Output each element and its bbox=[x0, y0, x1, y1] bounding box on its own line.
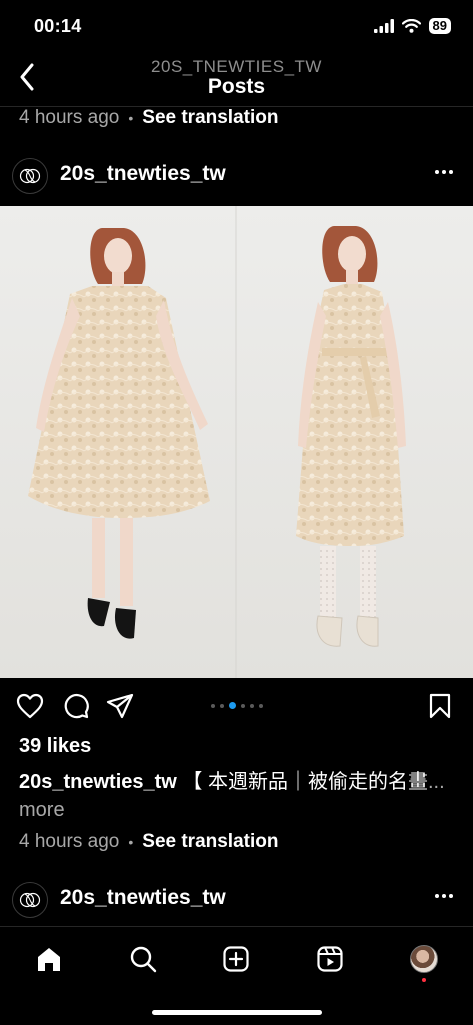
save-button[interactable] bbox=[424, 690, 456, 722]
status-bar: 00:14 89 bbox=[0, 0, 473, 50]
brand-logo-icon bbox=[19, 892, 41, 908]
tab-profile[interactable] bbox=[404, 941, 444, 977]
carousel-dot-active bbox=[228, 702, 236, 709]
carousel-dot bbox=[249, 703, 254, 708]
battery-indicator: 89 bbox=[428, 18, 451, 34]
bookmark-icon bbox=[429, 693, 451, 719]
carousel-dot bbox=[258, 703, 263, 708]
brand-logo-icon bbox=[19, 168, 41, 184]
post-image[interactable] bbox=[0, 206, 473, 678]
likes-count[interactable]: 39 likes bbox=[19, 735, 91, 758]
home-icon bbox=[38, 948, 60, 971]
see-translation-link[interactable]: See translation bbox=[142, 831, 278, 853]
separator-dot: • bbox=[128, 834, 134, 850]
post-action-bar bbox=[0, 688, 473, 726]
post-username[interactable]: 20s_tnewties_tw bbox=[60, 886, 226, 910]
next-post-header: 20s_tnewties_tw bbox=[0, 872, 473, 928]
wifi-icon bbox=[401, 19, 421, 33]
post-username[interactable]: 20s_tnewties_tw bbox=[60, 162, 226, 186]
tab-home[interactable] bbox=[29, 941, 69, 977]
carousel-dot bbox=[219, 703, 224, 708]
post-meta: 4 hours ago • See translation bbox=[19, 831, 278, 853]
reels-icon bbox=[317, 946, 343, 972]
cellular-signal-icon bbox=[373, 19, 394, 33]
notification-dot bbox=[422, 978, 426, 982]
caption-text: 【 本週新品｜被偷走的名畫 bbox=[182, 771, 428, 793]
create-icon bbox=[223, 946, 249, 972]
post-timestamp: 4 hours ago bbox=[19, 831, 120, 852]
more-dots-icon bbox=[435, 170, 439, 174]
tab-search[interactable] bbox=[123, 941, 163, 977]
profile-avatar bbox=[410, 945, 438, 973]
search-icon bbox=[130, 946, 157, 973]
nav-header: 20S_TNEWTIES_TW Posts bbox=[0, 50, 473, 107]
post-photo bbox=[0, 206, 473, 678]
tab-create[interactable] bbox=[216, 941, 256, 977]
header-account-name: 20S_TNEWTIES_TW bbox=[151, 57, 322, 76]
post-header: 20s_tnewties_tw bbox=[0, 148, 473, 204]
more-options-button[interactable] bbox=[429, 884, 459, 908]
status-time: 00:14 bbox=[34, 16, 82, 36]
post-caption: 20s_tnewties_tw 【 本週新品｜被偷走的名畫... more bbox=[19, 768, 459, 824]
post-timestamp: 4 hours ago bbox=[19, 107, 120, 128]
avatar[interactable] bbox=[12, 882, 48, 918]
avatar[interactable] bbox=[12, 158, 48, 194]
separator-dot: • bbox=[128, 110, 134, 126]
caption-username[interactable]: 20s_tnewties_tw bbox=[19, 771, 177, 793]
carousel-dot bbox=[210, 703, 215, 708]
carousel-dot bbox=[240, 703, 245, 708]
tab-reels[interactable] bbox=[310, 941, 350, 977]
see-translation-link[interactable]: See translation bbox=[142, 107, 278, 129]
carousel-indicator bbox=[0, 702, 473, 709]
page-title: Posts bbox=[207, 75, 266, 98]
home-indicator[interactable] bbox=[152, 1010, 322, 1015]
more-options-button[interactable] bbox=[429, 160, 459, 184]
prev-post-meta: 4 hours ago • See translation bbox=[19, 107, 278, 129]
more-dots-icon bbox=[435, 894, 439, 898]
status-icons: 89 bbox=[373, 18, 451, 34]
